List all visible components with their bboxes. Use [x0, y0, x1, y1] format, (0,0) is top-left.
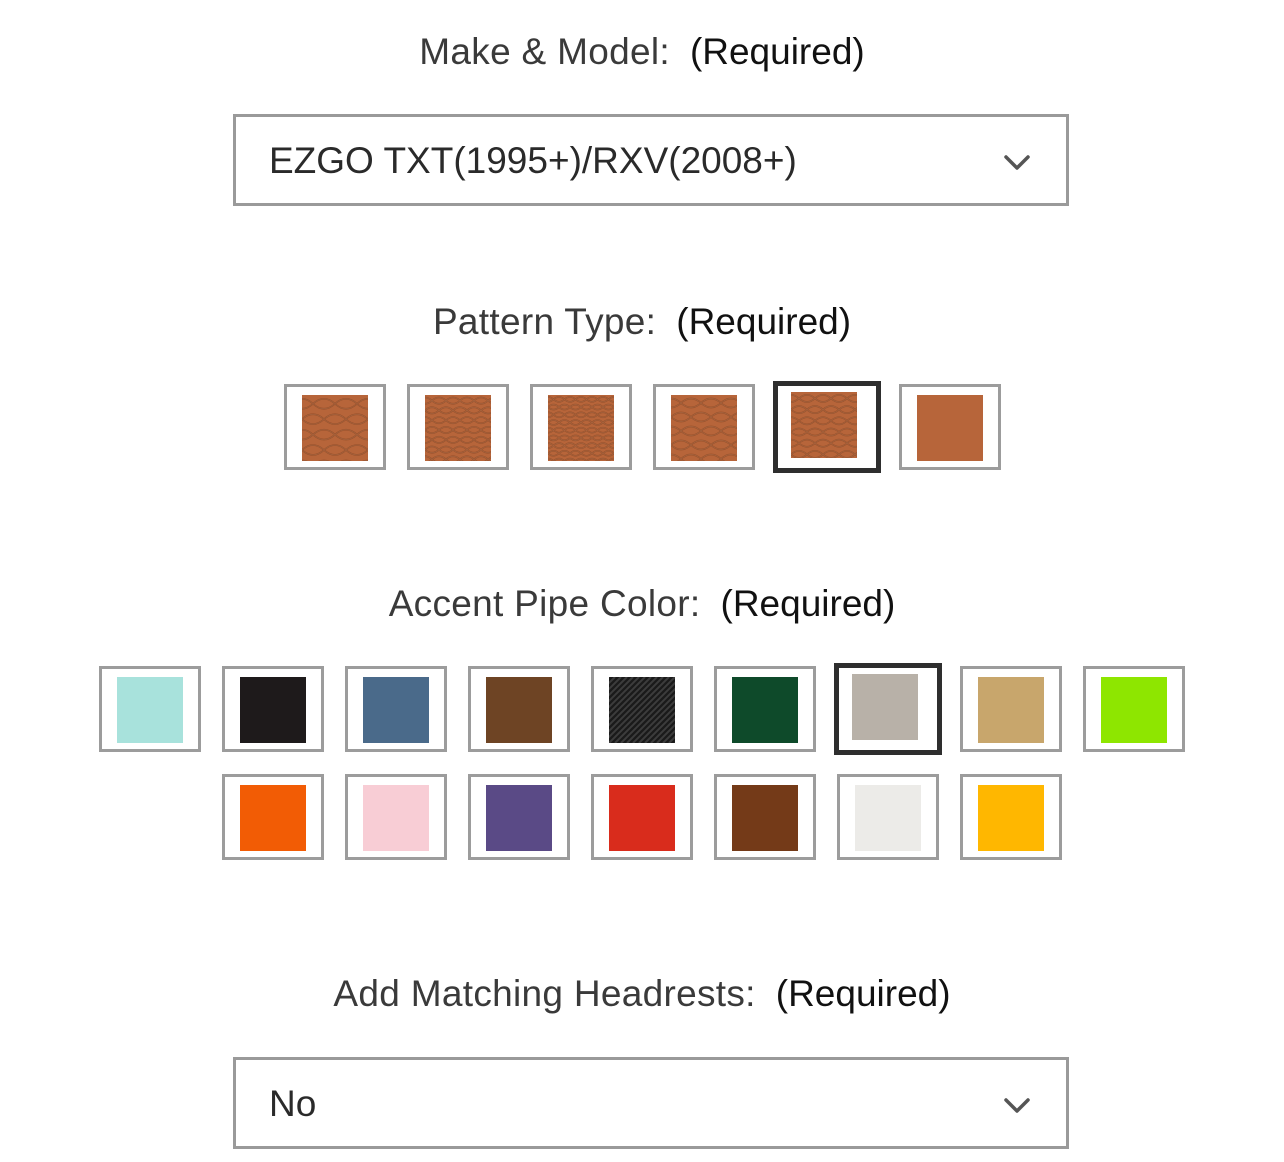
pattern-swatch-pattern-3[interactable]: [530, 384, 632, 470]
color-swatch-aqua-fill: [117, 677, 183, 743]
color-swatch-carbon-fiber-fill: [609, 677, 675, 743]
pattern-swatch-pattern-3-fill: [548, 395, 614, 461]
color-swatch-aqua[interactable]: [99, 666, 201, 752]
color-swatch-black-fill: [240, 677, 306, 743]
headrests-label: Add Matching Headrests: (Required): [0, 972, 1284, 1016]
color-swatch-red[interactable]: [591, 774, 693, 860]
accent-pipe-color-required-text: (Required): [720, 583, 896, 624]
pattern-type-required-text: (Required): [676, 301, 852, 342]
pattern-swatch-pattern-5[interactable]: [773, 381, 881, 473]
accent-pipe-color-label-text: Accent Pipe Color:: [388, 583, 701, 624]
color-swatch-pink[interactable]: [345, 774, 447, 860]
color-swatch-pink-fill: [363, 785, 429, 851]
pattern-swatch-pattern-1[interactable]: [284, 384, 386, 470]
make-model-required-text: (Required): [689, 31, 865, 72]
color-swatch-blue-gray-fill: [363, 677, 429, 743]
color-swatch-gray-fill: [852, 674, 918, 740]
chevron-down-icon: [1002, 147, 1032, 177]
color-swatch-carbon-fiber[interactable]: [591, 666, 693, 752]
color-swatch-gray[interactable]: [834, 663, 942, 755]
pattern-type-label: Pattern Type: (Required): [0, 300, 1284, 344]
color-swatch-red-fill: [609, 785, 675, 851]
color-swatch-blue-gray[interactable]: [345, 666, 447, 752]
headrests-selected-value: No: [269, 1083, 317, 1124]
headrests-label-text: Add Matching Headrests:: [333, 973, 756, 1014]
color-swatch-brown-fill: [486, 677, 552, 743]
color-swatch-orange[interactable]: [222, 774, 324, 860]
make-model-selected-value: EZGO TXT(1995+)/RXV(2008+): [269, 140, 797, 181]
pattern-swatch-pattern-6[interactable]: [899, 384, 1001, 470]
pattern-type-label-text: Pattern Type:: [432, 301, 657, 342]
color-swatch-orange-fill: [240, 785, 306, 851]
color-swatch-dark-green[interactable]: [714, 666, 816, 752]
make-model-select[interactable]: EZGO TXT(1995+)/RXV(2008+): [233, 114, 1069, 206]
pattern-swatch-pattern-5-fill: [791, 392, 857, 458]
color-swatch-yellow[interactable]: [960, 774, 1062, 860]
pattern-swatch-pattern-4-fill: [671, 395, 737, 461]
color-swatch-yellow-fill: [978, 785, 1044, 851]
color-swatch-lime-fill: [1101, 677, 1167, 743]
pattern-swatch-pattern-1-fill: [302, 395, 368, 461]
color-swatch-purple[interactable]: [468, 774, 570, 860]
pattern-swatch-pattern-4[interactable]: [653, 384, 755, 470]
color-swatch-white[interactable]: [837, 774, 939, 860]
make-model-label: Make & Model: (Required): [0, 30, 1284, 74]
color-swatch-tan-fill: [978, 677, 1044, 743]
color-swatch-brown[interactable]: [468, 666, 570, 752]
color-swatch-dark-green-fill: [732, 677, 798, 743]
color-swatch-chestnut-fill: [732, 785, 798, 851]
chevron-down-icon: [1002, 1090, 1032, 1120]
color-swatch-purple-fill: [486, 785, 552, 851]
color-swatch-tan[interactable]: [960, 666, 1062, 752]
color-swatch-black[interactable]: [222, 666, 324, 752]
pattern-swatch-pattern-2-fill: [425, 395, 491, 461]
accent-pipe-color-label: Accent Pipe Color: (Required): [0, 582, 1284, 626]
headrests-required-text: (Required): [775, 973, 951, 1014]
make-model-label-text: Make & Model:: [419, 31, 670, 72]
headrests-select[interactable]: No: [233, 1057, 1069, 1149]
color-swatch-white-fill: [855, 785, 921, 851]
pattern-swatch-pattern-6-fill: [917, 395, 983, 461]
pattern-swatch-pattern-2[interactable]: [407, 384, 509, 470]
color-swatch-chestnut[interactable]: [714, 774, 816, 860]
color-swatch-lime[interactable]: [1083, 666, 1185, 752]
